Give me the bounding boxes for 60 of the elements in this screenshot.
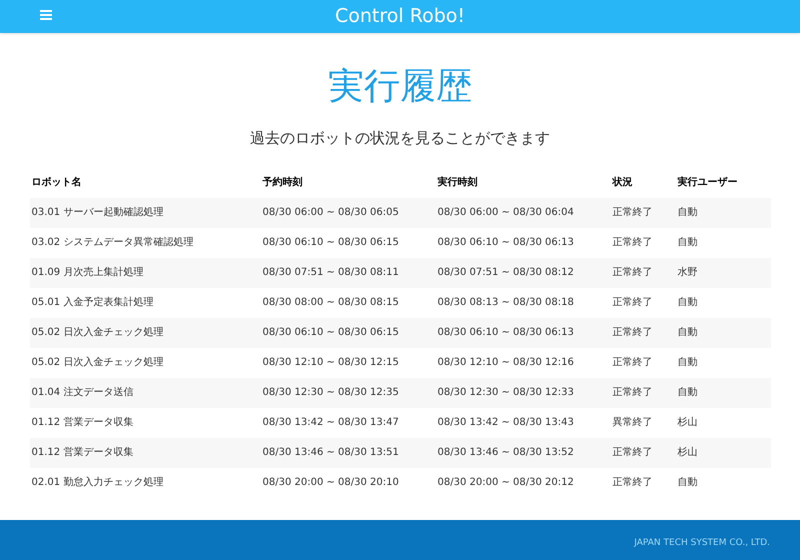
table-cell: 08/30 12:30 ~ 08/30 12:35 <box>262 387 399 398</box>
table-cell: 自動 <box>678 357 698 368</box>
table-cell: 01.12 営業データ収集 <box>32 447 134 458</box>
table-cell: 正常終了 <box>612 447 652 458</box>
table-cell: 05.01 入金予定表集計処理 <box>32 297 154 308</box>
table-cell: 正常終了 <box>612 327 652 338</box>
table-cell: 08/30 12:10 ~ 08/30 12:15 <box>262 357 399 368</box>
table-cell: 08/30 12:30 ~ 08/30 12:33 <box>438 387 574 398</box>
table-cell: 08/30 08:13 ~ 08/30 08:18 <box>438 297 574 308</box>
table-cell: 08/30 12:10 ~ 08/30 12:16 <box>438 357 574 368</box>
table-cell: 正常終了 <box>612 477 652 488</box>
page-subtitle: 過去のロボットの状況を見ることができます <box>250 128 550 149</box>
table-cell: 05.02 日次入金チェック処理 <box>32 327 164 338</box>
table-cell: 03.02 システムデータ異常確認処理 <box>32 237 194 248</box>
table-cell: 08/30 13:46 ~ 08/30 13:51 <box>262 447 399 458</box>
table-cell: 正常終了 <box>612 297 652 308</box>
table-cell: 自動 <box>678 387 698 398</box>
page-title: 実行履歴 <box>328 65 472 109</box>
table-cell: 08/30 07:51 ~ 08/30 08:11 <box>262 267 399 278</box>
table-cell: 正常終了 <box>612 357 652 368</box>
table-cell: 02.01 勤怠入力チェック処理 <box>32 477 164 488</box>
table-cell: 異常終了 <box>612 417 652 428</box>
table-cell: 08/30 07:51 ~ 08/30 08:12 <box>438 267 574 278</box>
app-title: Control Robo! <box>335 4 465 30</box>
company-name: JAPAN TECH SYSTEM CO., LTD. <box>634 536 770 550</box>
table-cell: 08/30 06:10 ~ 08/30 06:15 <box>262 237 399 248</box>
table-cell: 自動 <box>678 237 698 248</box>
menu-icon[interactable] <box>40 10 52 20</box>
table-cell: 01.04 注文データ送信 <box>32 387 134 398</box>
table-cell: 08/30 06:10 ~ 08/30 06:13 <box>438 237 574 248</box>
column-header: 予約時刻 <box>262 177 302 188</box>
table-cell: 08/30 20:00 ~ 08/30 20:12 <box>438 477 574 488</box>
table-cell: 03.01 サーバー起動確認処理 <box>32 207 164 218</box>
table-cell: 08/30 20:00 ~ 08/30 20:10 <box>262 477 399 488</box>
table-cell: 正常終了 <box>612 237 652 248</box>
table-cell: 08/30 06:00 ~ 08/30 06:05 <box>262 207 399 218</box>
table-cell: 01.12 営業データ収集 <box>32 417 134 428</box>
table-cell: 正常終了 <box>612 267 652 278</box>
table-cell: 杉山 <box>678 447 698 458</box>
table-cell: 正常終了 <box>612 207 652 218</box>
table-cell: 08/30 13:42 ~ 08/30 13:47 <box>262 417 399 428</box>
column-header: ロボット名 <box>32 177 82 188</box>
table-cell: 自動 <box>678 297 698 308</box>
column-header: 状況 <box>612 177 632 188</box>
column-header: 実行ユーザー <box>678 177 738 188</box>
table-cell: 08/30 06:00 ~ 08/30 06:04 <box>438 207 574 218</box>
table-cell: 杉山 <box>678 417 698 428</box>
table-cell: 08/30 06:10 ~ 08/30 06:13 <box>438 327 574 338</box>
table-cell: 08/30 13:42 ~ 08/30 13:43 <box>438 417 574 428</box>
table-cell: 05.02 日次入金チェック処理 <box>32 357 164 368</box>
table-cell: 自動 <box>678 207 698 218</box>
column-header: 実行時刻 <box>438 177 478 188</box>
table-cell: 08/30 08:00 ~ 08/30 08:15 <box>262 297 399 308</box>
table-cell: 08/30 13:46 ~ 08/30 13:52 <box>438 447 574 458</box>
table-cell: 01.09 月次売上集計処理 <box>32 267 144 278</box>
table-cell: 正常終了 <box>612 387 652 398</box>
table-cell: 水野 <box>678 267 698 278</box>
table-cell: 自動 <box>678 327 698 338</box>
table-cell: 自動 <box>678 477 698 488</box>
table-cell: 08/30 06:10 ~ 08/30 06:15 <box>262 327 399 338</box>
